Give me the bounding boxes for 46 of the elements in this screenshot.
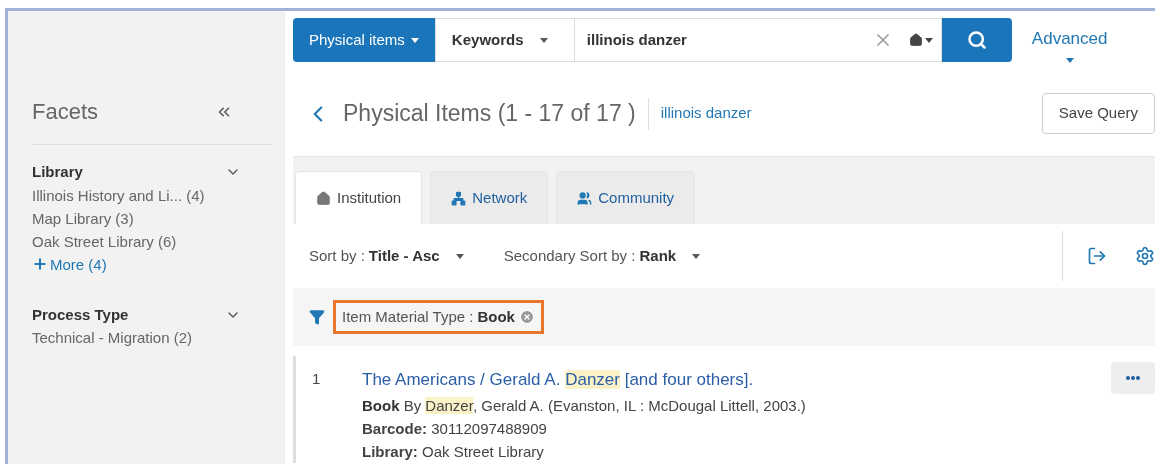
search-icon (966, 30, 987, 50)
result-title[interactable]: The Americans / Gerald A. Danzer [and four others]. (362, 368, 1111, 392)
network-icon (451, 190, 467, 206)
scope-dropdown[interactable]: Physical items (293, 18, 435, 62)
caret-icon (410, 37, 419, 43)
settings-icon[interactable] (1135, 246, 1155, 266)
more-link[interactable]: More (4) (32, 252, 241, 276)
caret-icon (455, 253, 464, 259)
tab[interactable]: Community (556, 171, 696, 224)
facet-item[interactable]: Illinois History and Li... (4) (32, 183, 241, 207)
facets-title: Facets (32, 98, 99, 126)
sort-dropdown[interactable]: Secondary Sort by : Rank (503, 244, 701, 268)
advanced-link[interactable]: Advanced (1031, 28, 1108, 63)
filter-icon (309, 309, 325, 325)
results-title: Physical Items (1 - 17 of 17 ) (343, 99, 636, 129)
facet-group-title: Process Type (32, 304, 129, 325)
users-icon (577, 190, 593, 206)
facet-group-title: Library (32, 162, 83, 182)
plus-icon (32, 256, 48, 272)
search-button[interactable] (941, 18, 1012, 62)
result-library: Library: Oak Street Library (362, 442, 545, 462)
ellipsis-icon (1126, 376, 1140, 380)
filter-chip[interactable]: Item Material Type : Book (333, 299, 544, 335)
result-number: 1 (312, 369, 322, 389)
home-icon (316, 190, 331, 206)
remove-icon[interactable] (518, 309, 535, 325)
facet-item[interactable]: Oak Street Library (6) (32, 229, 241, 253)
result-details: Book By Danzer, Gerald A. (Evanston, IL : McDougal Littell, 2003.) (362, 396, 807, 416)
caret-icon (692, 253, 701, 259)
caret-icon (539, 37, 548, 43)
result-barcode: Barcode: 30112097488909 (362, 419, 548, 439)
sort-dropdown[interactable]: Sort by : Title - Asc (309, 244, 464, 268)
home-icon (908, 33, 923, 47)
save-query-button[interactable]: Save Query (1041, 93, 1155, 134)
query-link[interactable]: illinois danzer (660, 102, 752, 125)
search-field[interactable]: illinois danzer (574, 18, 942, 62)
search-input[interactable]: illinois danzer (574, 19, 865, 61)
caret-icon (1065, 58, 1074, 63)
facet-item[interactable]: Map Library (3) (32, 206, 241, 230)
tab[interactable]: Institution (295, 171, 423, 224)
tab[interactable]: Network (430, 171, 549, 224)
more-actions-button[interactable] (1111, 362, 1155, 394)
facet-item[interactable]: Technical - Migration (2) (32, 326, 241, 349)
export-icon[interactable] (1087, 246, 1107, 266)
caret-icon (924, 37, 933, 43)
field-dropdown[interactable]: Keywords (434, 18, 575, 62)
